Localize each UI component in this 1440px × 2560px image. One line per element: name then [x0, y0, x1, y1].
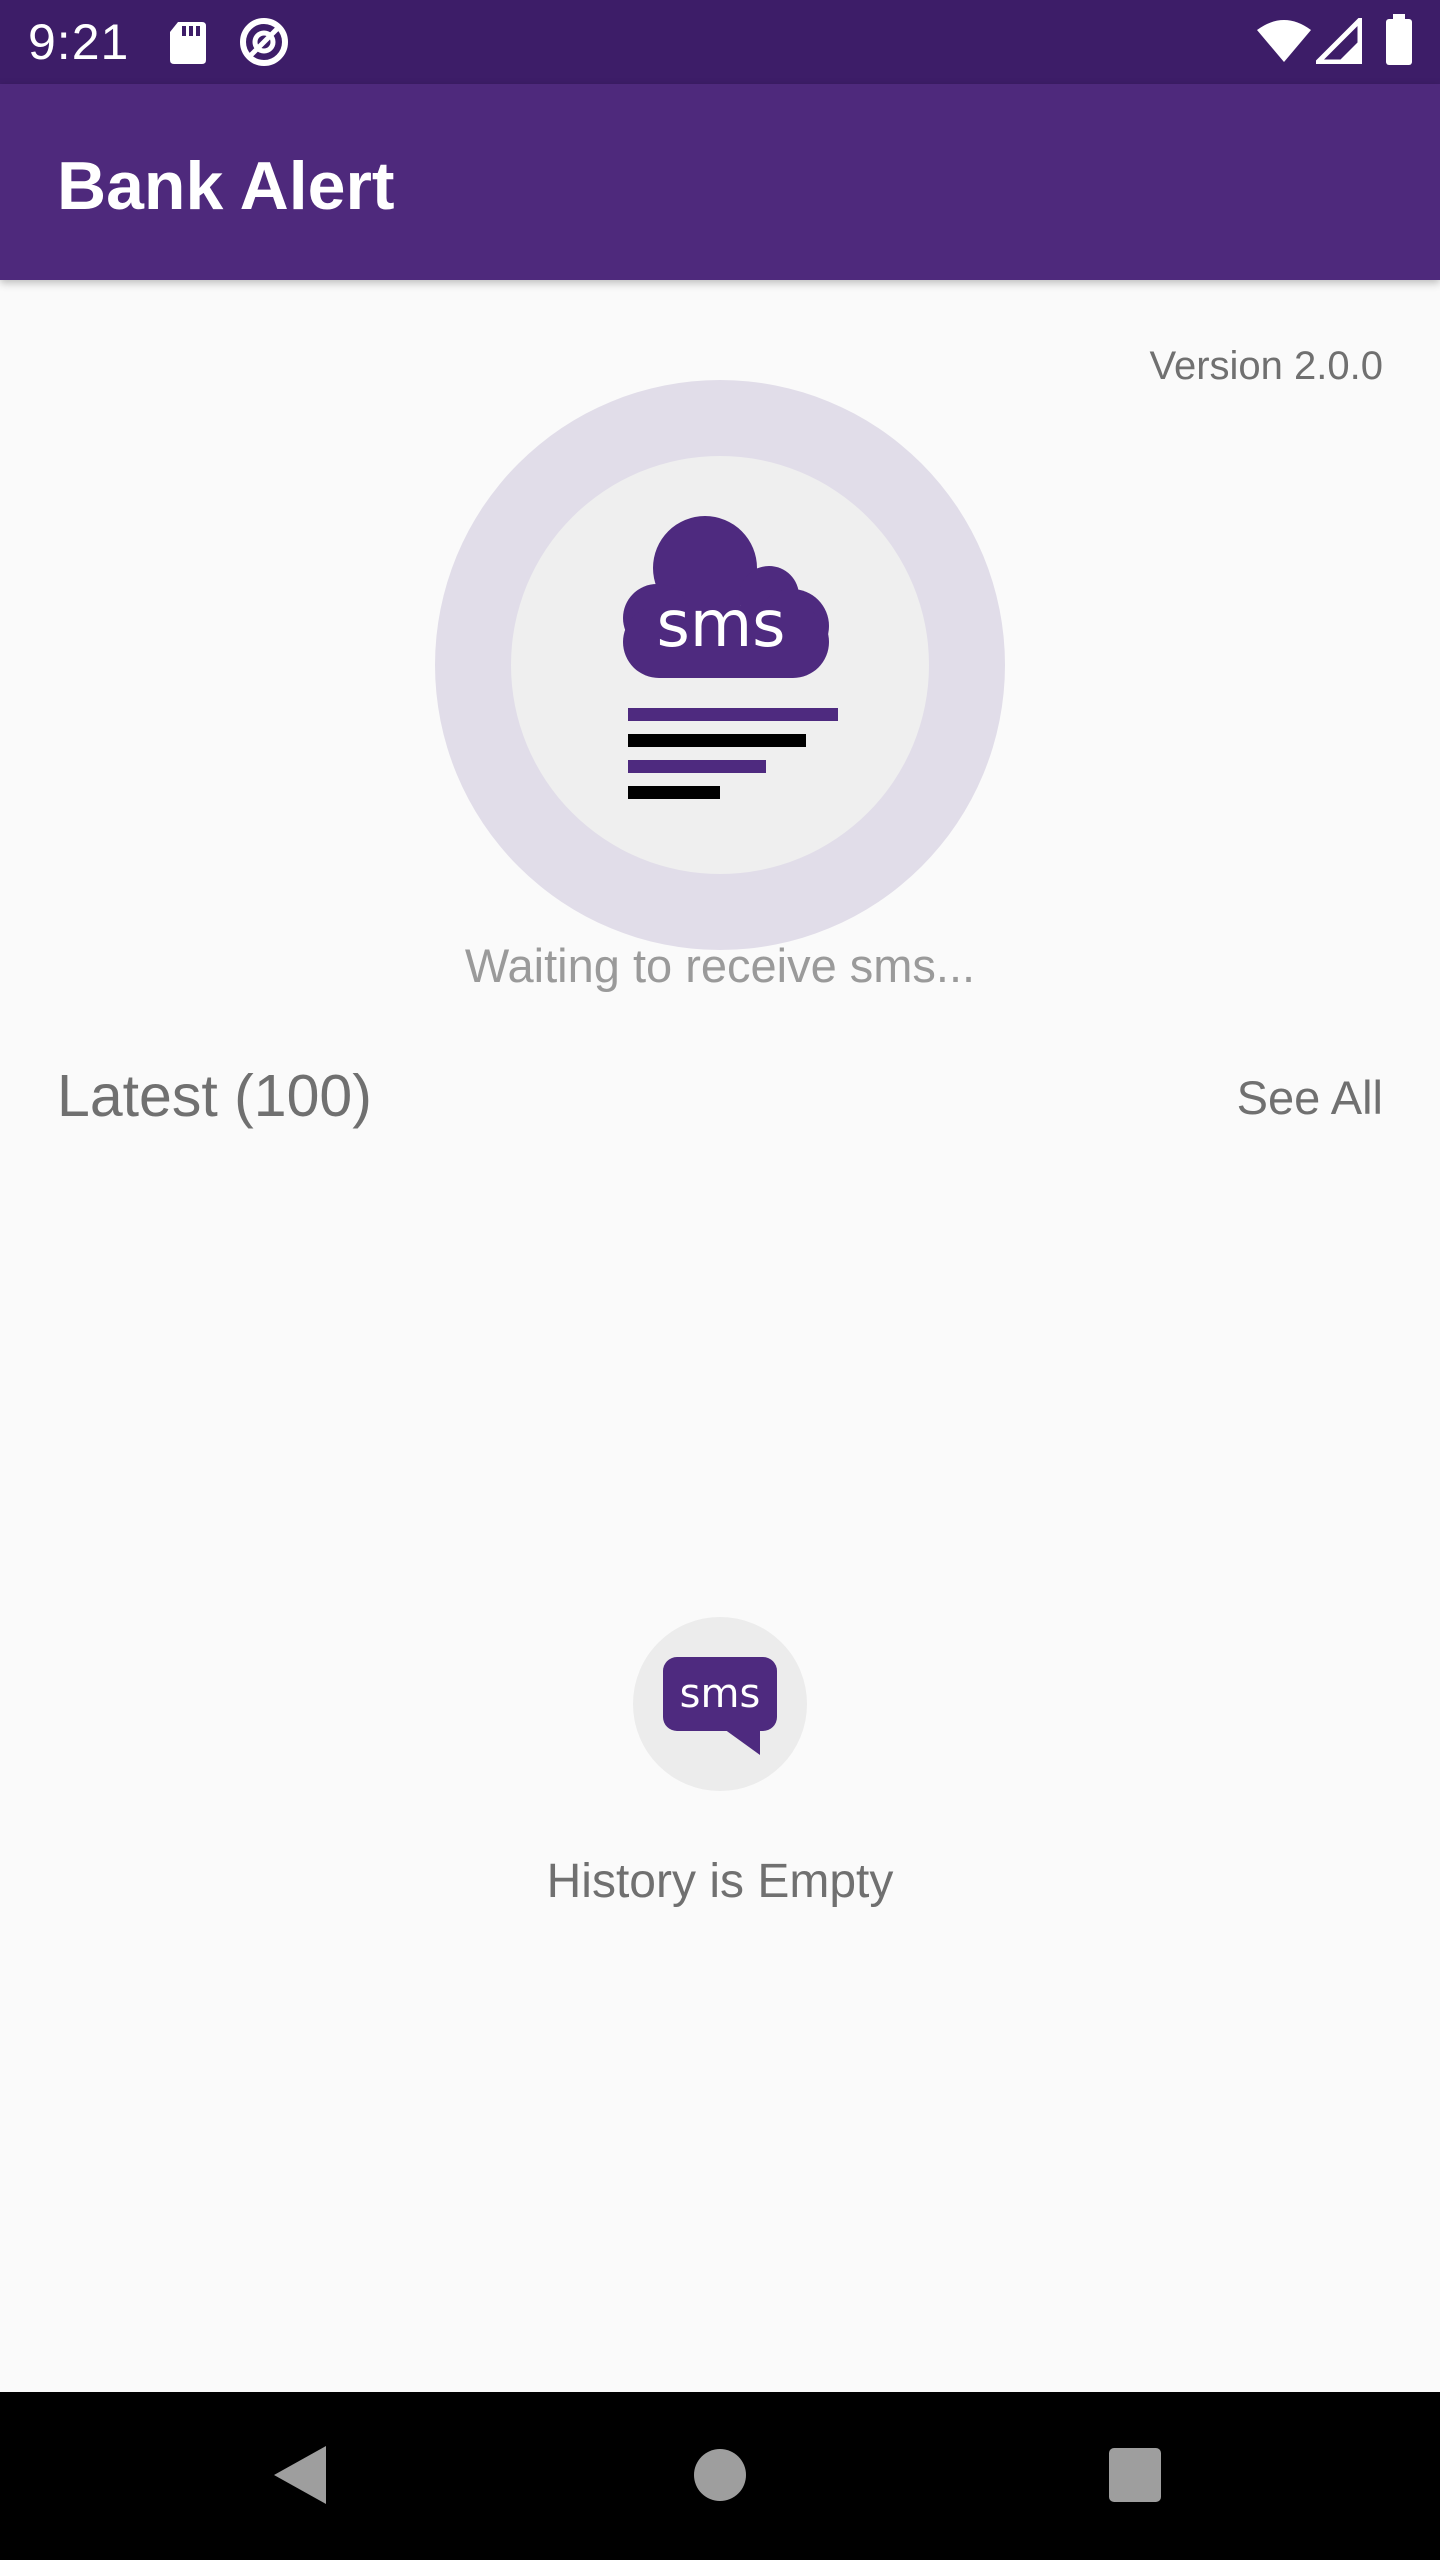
- latest-header: Latest (100): [57, 1063, 372, 1129]
- app-bar: Bank Alert: [0, 84, 1440, 280]
- navigation-bar: [0, 2392, 1440, 2560]
- version-label: Version 2.0.0: [1149, 344, 1384, 388]
- sms-cloud-icon: sms: [623, 516, 838, 799]
- hero-icon-text: sms: [656, 588, 785, 662]
- sd-card-icon: [170, 22, 206, 64]
- data-saver-icon: [240, 18, 288, 66]
- status-time: 9:21: [28, 14, 130, 70]
- sms-bubble-icon: sms: [663, 1657, 777, 1755]
- home-icon[interactable]: [693, 2448, 747, 2502]
- waiting-status-text: Waiting to receive sms...: [464, 939, 976, 992]
- battery-icon: [1386, 14, 1412, 65]
- see-all-button[interactable]: See All: [1237, 1066, 1383, 1130]
- app-title: Bank Alert: [57, 148, 395, 224]
- empty-icon-text: sms: [680, 1671, 761, 1717]
- empty-history-text: History is Empty: [546, 1855, 894, 1908]
- recents-icon[interactable]: [1108, 2447, 1162, 2503]
- back-icon[interactable]: [272, 2444, 328, 2506]
- signal-icon: [1316, 18, 1362, 64]
- wifi-icon: [1257, 20, 1311, 62]
- status-bar: 9:21: [0, 0, 1440, 84]
